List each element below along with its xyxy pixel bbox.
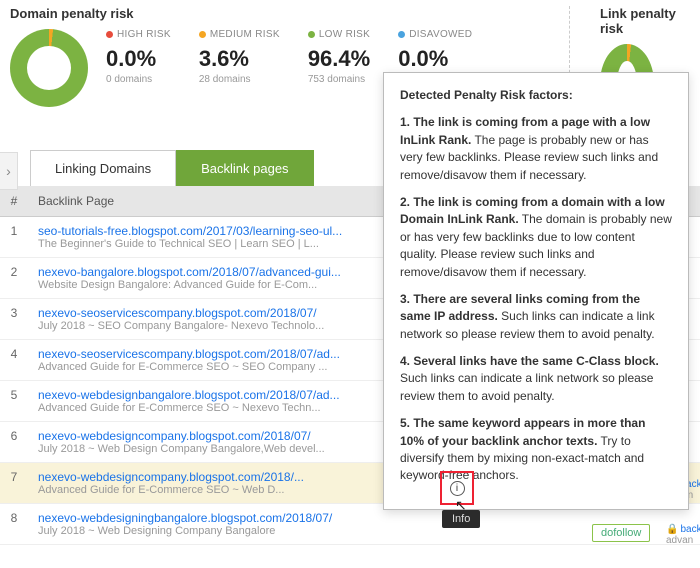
backlink-url[interactable]: nexevo-bangalore.blogspot.com/2018/07/ad… [38,265,378,279]
backlink-desc: Website Design Bangalore: Advanced Guide… [38,279,378,291]
tooltip-item: 4. Several links have the same C-Class b… [400,353,672,405]
backlink-desc: Advanced Guide for E-Commerce SEO ~ Nexe… [38,402,378,414]
backlink-desc: Advanced Guide for E-Commerce SEO ~ SEO … [38,361,378,373]
backlink-url[interactable]: nexevo-webdesigncompany.blogspot.com/201… [38,470,378,484]
backlink-desc: Advanced Guide for E-Commerce SEO ~ Web … [38,484,378,496]
backlink-desc: July 2018 ~ Web Designing Company Bangal… [38,525,378,537]
lock-icon: 🔒 [666,524,678,535]
backlink-url[interactable]: nexevo-seoservicescompany.blogspot.com/2… [38,306,378,320]
backlink-url[interactable]: nexevo-webdesignbangalore.blogspot.com/2… [38,388,378,402]
cursor-icon: ↖ [455,497,467,514]
dofollow-badge: dofollow [592,524,650,542]
penalty-risk-tooltip: Detected Penalty Risk factors: 1. The li… [383,72,689,510]
backlink-url[interactable]: nexevo-seoservicescompany.blogspot.com/2… [38,347,378,361]
tab-linking-domains[interactable]: Linking Domains [30,150,176,186]
backlink-url[interactable]: seo-tutorials-free.blogspot.com/2017/03/… [38,224,378,238]
backlink-desc: July 2018 ~ SEO Company Bangalore- Nexev… [38,320,378,332]
info-icon[interactable]: i [450,481,465,496]
expand-chevron[interactable]: › [0,152,18,190]
tooltip-title: Detected Penalty Risk factors: [400,87,672,104]
tooltip-item: 1. The link is coming from a page with a… [400,114,672,184]
domain-risk-donut [10,29,88,107]
tab-backlink-pages[interactable]: Backlink pages [176,150,313,186]
tooltip-item: 3. There are several links coming from t… [400,291,672,343]
panel-title: Domain penalty risk [10,6,539,21]
anchor-col: 🔒back advan [666,524,700,546]
backlink-desc: July 2018 ~ Web Design Company Bangalore… [38,443,378,455]
col-num[interactable]: # [0,186,28,217]
backlink-desc: The Beginner's Guide to Technical SEO | … [38,238,378,250]
backlink-url[interactable]: nexevo-webdesigningbangalore.blogspot.co… [38,511,378,525]
backlink-url[interactable]: nexevo-webdesigncompany.blogspot.com/201… [38,429,378,443]
panel-title: Link penalty risk [600,6,690,36]
tooltip-item: 2. The link is coming from a domain with… [400,194,672,281]
